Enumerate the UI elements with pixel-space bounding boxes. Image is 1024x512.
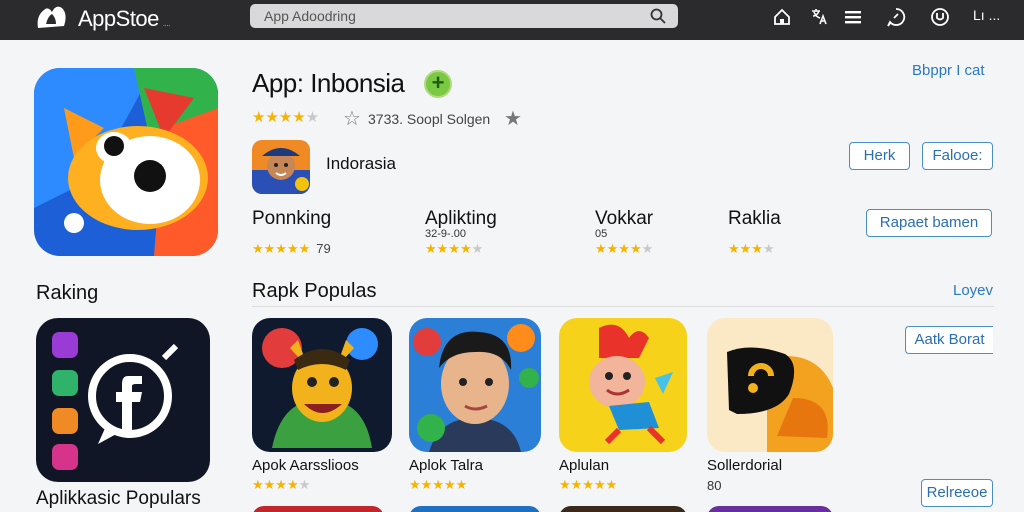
language-selector[interactable]: Lı ... (973, 7, 1000, 23)
facebook-app-icon[interactable] (36, 318, 210, 482)
next-row-app[interactable] (409, 506, 541, 512)
stat-label: Vokkar (595, 208, 654, 229)
popular-app-thumb[interactable] (559, 318, 687, 452)
popular-app-name[interactable]: Aplok Talra (409, 457, 483, 474)
top-bar: AppStoe.... Lı ... (0, 0, 1024, 40)
add-button[interactable]: + (424, 70, 452, 98)
app-store-logo-icon[interactable] (34, 2, 70, 32)
stat-stars: ★★★★★ 79 (252, 241, 331, 256)
stat-stars: ★★★★★ (595, 241, 654, 256)
popular-app-thumb[interactable] (252, 318, 392, 452)
popular-app-name[interactable]: Aplulan (559, 457, 609, 474)
popular-apps-label: Aplikkasic Populars (36, 488, 201, 509)
popular-app-value: 80 (707, 478, 722, 493)
side-action-button[interactable]: Aatk Borat (905, 326, 993, 354)
menu-icon[interactable] (843, 7, 863, 27)
stat-sub: 05 (595, 228, 608, 240)
developer-avatar[interactable] (252, 140, 310, 194)
popular-title: Rapk Populas (252, 280, 377, 302)
see-all-link[interactable]: Loyev (953, 282, 993, 299)
popular-app-stars: ★★★★★ (559, 477, 618, 492)
support-link[interactable]: Bbppr I cat (912, 62, 985, 79)
refresh-button[interactable]: Relreeoe (921, 479, 993, 507)
stat-label: Raklia (728, 208, 781, 229)
follow-button[interactable]: Falooe: (922, 142, 993, 170)
developer-name[interactable]: Indorasia (326, 154, 396, 174)
brand-name[interactable]: AppStoe.... (78, 6, 170, 32)
divider (252, 306, 994, 307)
popular-app-stars: ★★★★★ (252, 477, 311, 492)
popular-app-name[interactable]: Apok Aarsslioos (252, 457, 359, 474)
favorite-star-icon[interactable]: ★ (504, 106, 522, 131)
ranking-title: Raking (36, 282, 99, 304)
app-icon (34, 68, 218, 256)
search-icon[interactable] (650, 8, 666, 24)
search-input[interactable] (250, 4, 640, 28)
next-row-app[interactable] (707, 506, 833, 512)
heart-button[interactable]: Herk (849, 142, 910, 170)
review-count: 3733. Soopl Solgen (368, 111, 491, 127)
stat-label: Aplikting (425, 208, 497, 229)
search-bar[interactable] (250, 4, 678, 28)
next-row-app[interactable] (559, 506, 687, 512)
next-row-app[interactable] (252, 506, 384, 512)
popular-app-stars: ★★★★★ (409, 477, 468, 492)
report-button[interactable]: Rapaet bamen (866, 209, 992, 237)
stat-sub: 32-9-.00 (425, 228, 466, 240)
star-outline-icon[interactable]: ☆ (343, 106, 361, 131)
popular-app-name[interactable]: Sollerdorial (707, 457, 782, 474)
account-icon[interactable] (930, 7, 950, 27)
app-rating-stars: ★★★★★ (252, 109, 320, 126)
chat-icon[interactable] (886, 7, 906, 27)
popular-app-thumb[interactable] (409, 318, 541, 452)
stat-label: Ponnking (252, 208, 332, 229)
stat-stars: ★★★★ (728, 241, 775, 256)
popular-app-thumb[interactable] (707, 318, 833, 452)
home-icon[interactable] (772, 7, 792, 27)
translate-icon[interactable] (809, 7, 829, 27)
stat-stars: ★★★★★ (425, 241, 484, 256)
app-title: App: Inbonsia (252, 68, 405, 98)
